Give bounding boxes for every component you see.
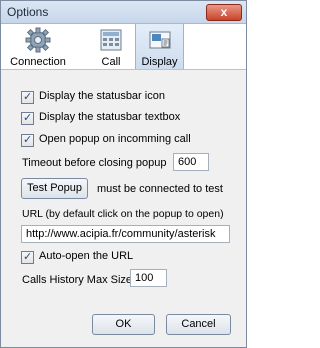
- auto-open-label: Auto-open the URL: [39, 250, 134, 262]
- test-popup-note: must be connected to test: [97, 183, 223, 195]
- timeout-label: Timeout before closing popup: [22, 157, 167, 169]
- statusbar-textbox-checkbox[interactable]: ✓: [21, 112, 34, 125]
- checkmark-icon: ✓: [23, 112, 33, 124]
- tab-call[interactable]: Call: [89, 24, 133, 69]
- calculator-icon: [98, 27, 124, 53]
- checkmark-icon: ✓: [23, 91, 33, 103]
- cancel-button[interactable]: Cancel: [166, 314, 231, 335]
- statusbar-icon-label: Display the statusbar icon: [39, 90, 165, 102]
- tab-toolbar: Connection Call Display: [1, 24, 246, 70]
- auto-open-checkbox[interactable]: ✓: [21, 251, 34, 264]
- history-label: Calls History Max Size: [22, 274, 133, 286]
- tab-label: Call: [101, 56, 121, 68]
- ok-button[interactable]: OK: [92, 314, 155, 335]
- test-popup-button[interactable]: Test Popup: [21, 178, 88, 199]
- statusbar-textbox-label: Display the statusbar textbox: [39, 111, 181, 123]
- title-bar[interactable]: Options x: [1, 1, 246, 24]
- tab-display[interactable]: Display: [135, 24, 184, 69]
- display-icon: [147, 27, 173, 53]
- gear-icon: [25, 27, 51, 53]
- tab-label: Connection: [10, 56, 66, 68]
- open-popup-label: Open popup on incomming call: [39, 133, 191, 145]
- timeout-input[interactable]: 600: [173, 153, 209, 171]
- window-title: Options: [7, 5, 49, 19]
- open-popup-checkbox[interactable]: ✓: [21, 134, 34, 147]
- checkmark-icon: ✓: [23, 134, 33, 146]
- url-input[interactable]: http://www.acipia.fr/community/asterisk: [21, 225, 230, 243]
- tab-label: Display: [141, 56, 178, 68]
- options-dialog: Options x Connection Call Display ✓ Disp…: [0, 0, 247, 348]
- close-button[interactable]: x: [206, 4, 242, 21]
- tab-connection[interactable]: Connection: [6, 24, 70, 69]
- url-label: URL (by default click on the popup to op…: [22, 208, 224, 220]
- statusbar-icon-checkbox[interactable]: ✓: [21, 91, 34, 104]
- checkmark-icon: ✓: [23, 251, 33, 263]
- history-input[interactable]: 100: [130, 269, 167, 287]
